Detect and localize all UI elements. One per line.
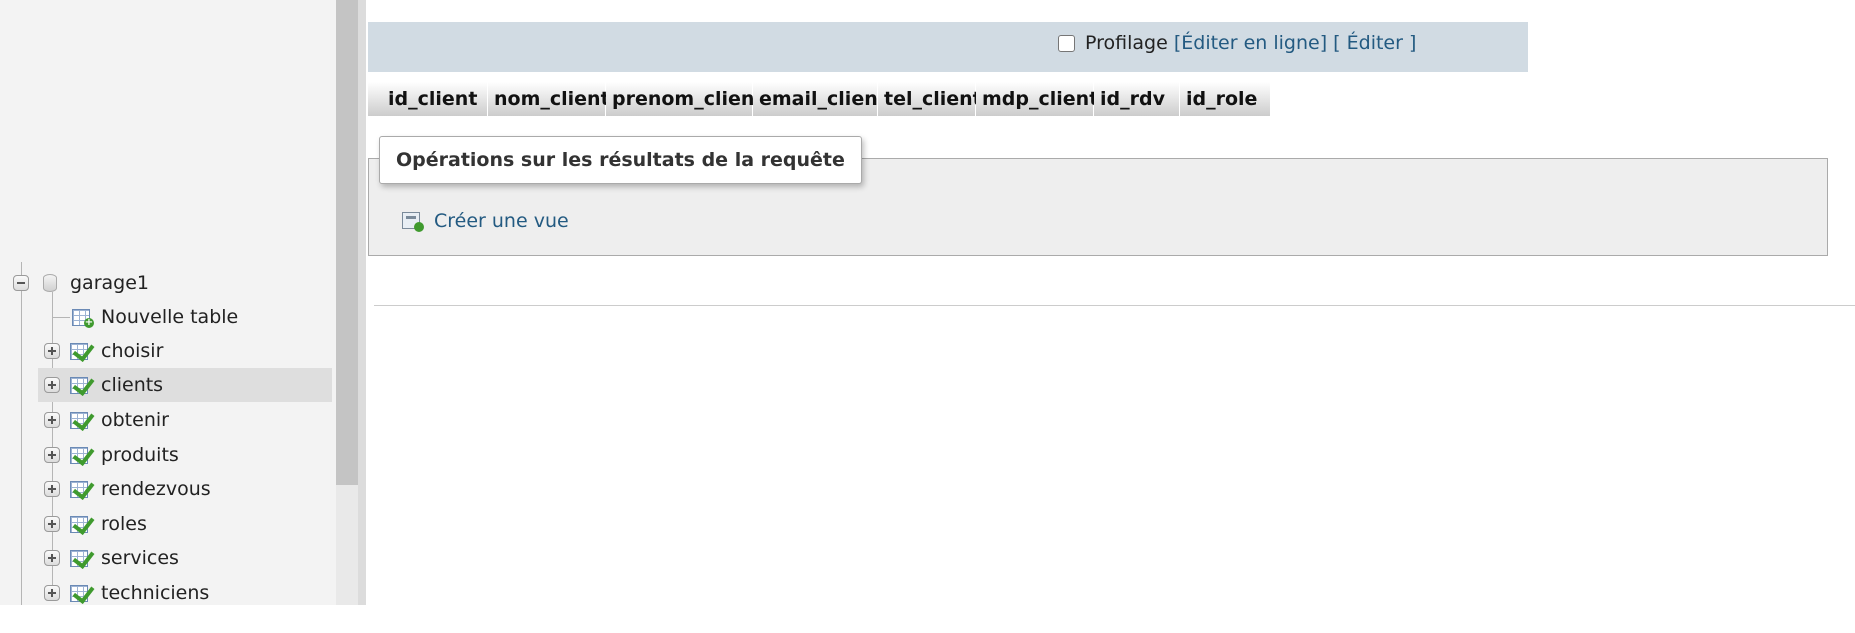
expand-icon[interactable] [44,516,60,532]
edit-inline-link[interactable]: [Éditer en ligne] [1174,32,1327,54]
sidebar-resize-handle[interactable] [358,0,366,605]
column-header-nom-client[interactable]: nom_client [488,82,610,116]
table-label[interactable]: services [101,547,179,569]
profiling-option: Profilage [Éditer en ligne] [ Éditer ] [1058,32,1416,54]
column-header-prenom-client[interactable]: prenom_client [606,82,764,116]
table-icon [70,546,95,569]
profiling-checkbox[interactable] [1058,34,1075,52]
tree-line [52,317,70,318]
column-header-mdp-client[interactable]: mdp_client [976,82,1098,116]
column-header-tel-client[interactable]: tel_client [878,82,982,116]
table-label[interactable]: obtenir [101,409,169,431]
tree-table-obtenir[interactable]: obtenir [0,403,332,437]
table-icon [70,512,95,535]
column-header-id-role[interactable]: id_role [1180,82,1271,116]
results-table-header: id_client nom_client prenom_client email… [368,82,1271,116]
tree-table-roles[interactable]: roles [0,507,332,541]
sidebar-scrollbar-thumb[interactable] [336,0,358,485]
tree-database-garage1[interactable]: garage1 [0,266,332,300]
table-icon [70,339,95,362]
new-table-icon: + [72,307,94,328]
tree-table-clients[interactable]: clients [38,368,332,402]
create-view-link[interactable]: Créer une vue [402,210,569,232]
table-label[interactable]: roles [101,513,147,535]
database-icon [43,274,57,292]
edit-link[interactable]: [ Éditer ] [1333,32,1416,54]
table-label[interactable]: choisir [101,340,163,362]
create-view-icon [402,210,424,232]
table-icon [70,581,95,604]
collapse-icon[interactable] [13,275,29,291]
tree-table-techniciens[interactable]: techniciens [0,576,332,610]
expand-icon[interactable] [44,412,60,428]
table-label[interactable]: rendezvous [101,478,211,500]
database-name[interactable]: garage1 [70,272,149,294]
tree-table-rendezvous[interactable]: rendezvous [0,472,332,506]
table-icon [70,443,95,466]
new-table-label[interactable]: Nouvelle table [101,306,238,328]
table-icon [70,408,95,431]
create-view-label[interactable]: Créer une vue [434,210,569,232]
profiling-label: Profilage [1085,32,1168,54]
tree-new-table[interactable]: + Nouvelle table [0,300,332,334]
tree-table-services[interactable]: services [0,541,332,575]
expand-icon[interactable] [44,550,60,566]
tree-table-choisir[interactable]: choisir [0,334,332,368]
expand-icon[interactable] [44,447,60,463]
expand-icon[interactable] [44,481,60,497]
column-header-id-client[interactable]: id_client [368,82,488,116]
expand-icon[interactable] [44,585,60,601]
column-header-email-client[interactable]: email_client [753,82,887,116]
operations-legend: Opérations sur les résultats de la requê… [379,136,862,184]
tree-table-produits[interactable]: produits [0,438,332,472]
column-header-id-rdv[interactable]: id_rdv [1094,82,1180,116]
expand-icon[interactable] [44,377,60,393]
table-label[interactable]: produits [101,444,179,466]
table-icon [70,477,95,500]
content-divider [374,305,1855,306]
table-icon [70,373,95,396]
navigation-sidebar: garage1 + Nouvelle table choisir clients… [0,0,358,605]
expand-icon[interactable] [44,343,60,359]
table-label[interactable]: clients [101,374,163,396]
table-label[interactable]: techniciens [101,582,209,604]
sidebar-scrollbar[interactable] [336,0,358,605]
